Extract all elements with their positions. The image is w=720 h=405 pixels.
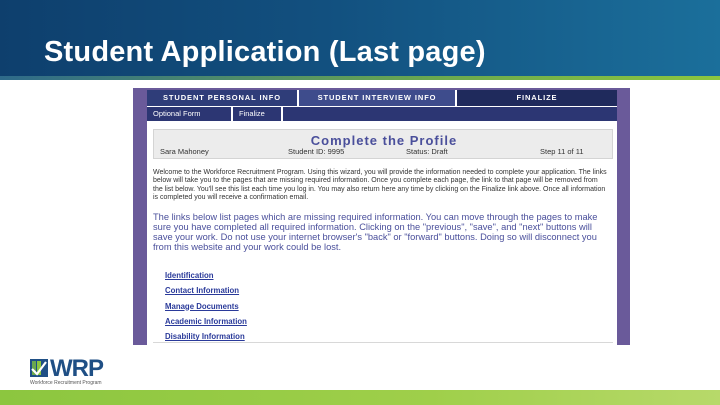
missing-pages-list: Identification Contact Information Manag… xyxy=(165,265,365,341)
checkmark-logo-icon xyxy=(30,359,48,377)
subtab-finalize[interactable]: Finalize xyxy=(233,107,283,121)
slide-header: Student Application (Last page) xyxy=(0,0,720,78)
profile-summary-box: Complete the Profile Sara Mahoney Studen… xyxy=(153,129,613,159)
footer-stripe xyxy=(0,390,720,405)
link-manage-documents[interactable]: Manage Documents xyxy=(165,302,239,311)
divider xyxy=(153,342,613,343)
step-indicator: Step 11 of 11 xyxy=(540,147,584,156)
list-item: Academic Information xyxy=(165,311,365,326)
main-tabs: STUDENT PERSONAL INFO STUDENT INTERVIEW … xyxy=(147,90,617,106)
subtab-optional-form[interactable]: Optional Form xyxy=(147,107,233,121)
logo-text: WRP xyxy=(50,355,104,382)
profile-title: Complete the Profile xyxy=(310,133,458,148)
link-identification[interactable]: Identification xyxy=(165,271,214,280)
slide-title: Student Application (Last page) xyxy=(44,36,486,68)
list-item: Manage Documents xyxy=(165,296,365,311)
list-item: Identification xyxy=(165,265,365,280)
application-status: Status: Draft xyxy=(406,147,448,156)
list-item: Contact Information xyxy=(165,280,365,295)
header-accent-bar xyxy=(0,76,720,80)
sub-tabs: Optional Form Finalize xyxy=(147,107,617,121)
application-screenshot: STUDENT PERSONAL INFO STUDENT INTERVIEW … xyxy=(133,88,630,345)
student-id: Student ID: 9995 xyxy=(288,147,345,156)
missing-info-notice: The links below list pages which are mis… xyxy=(153,212,598,252)
profile-info-row: Sara Mahoney Student ID: 9995 Status: Dr… xyxy=(154,147,614,157)
welcome-text: Welcome to the Workforce Recruitment Pro… xyxy=(153,169,607,201)
link-academic-information[interactable]: Academic Information xyxy=(165,317,247,326)
tab-student-personal-info[interactable]: STUDENT PERSONAL INFO xyxy=(147,90,297,106)
tab-finalize[interactable]: FINALIZE xyxy=(455,90,617,106)
tab-student-interview-info[interactable]: STUDENT INTERVIEW INFO xyxy=(297,90,455,106)
wrp-logo: WRP Workforce Recruitment Program xyxy=(30,355,110,387)
application-page: STUDENT PERSONAL INFO STUDENT INTERVIEW … xyxy=(147,90,617,345)
link-disability-information[interactable]: Disability Information xyxy=(165,332,245,341)
link-contact-information[interactable]: Contact Information xyxy=(165,286,239,295)
student-name: Sara Mahoney xyxy=(160,147,209,156)
list-item: Disability Information xyxy=(165,326,365,341)
logo-tagline: Workforce Recruitment Program xyxy=(30,380,102,386)
